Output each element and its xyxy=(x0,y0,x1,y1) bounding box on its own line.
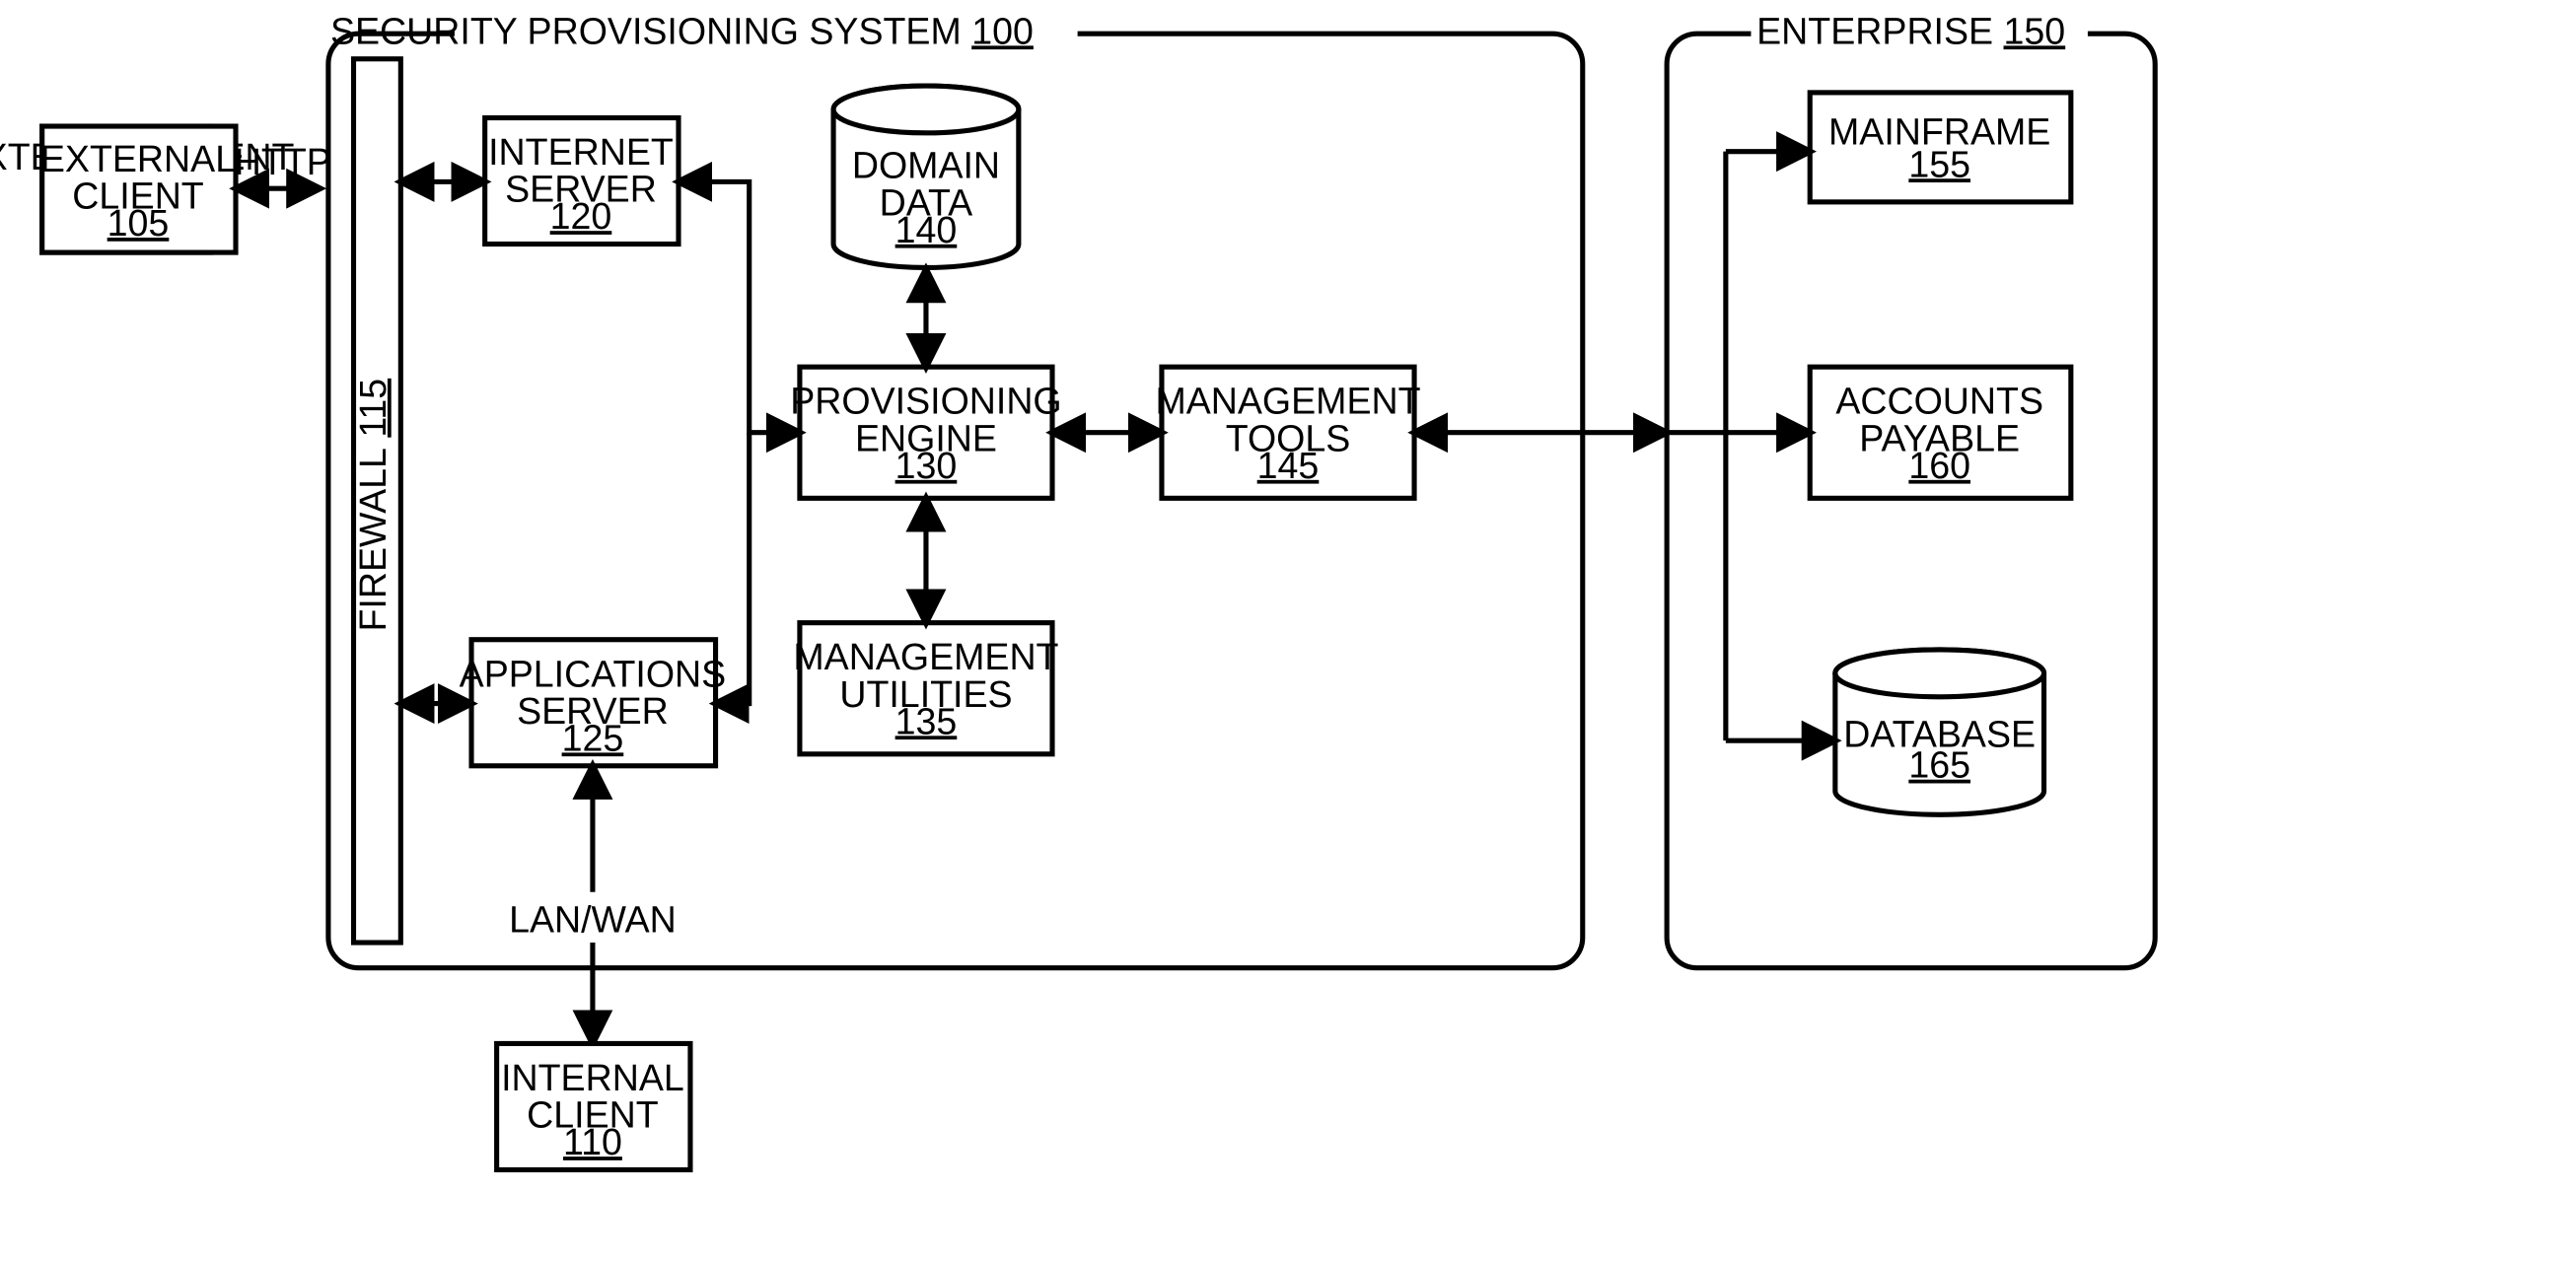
svg-text:ACCOUNTS: ACCOUNTS xyxy=(1835,381,2043,422)
svg-text:APPLICATIONS: APPLICATIONS xyxy=(460,653,727,694)
database-node: DATABASE 165 xyxy=(1835,650,2044,814)
lanwan-label: LAN/WAN xyxy=(509,898,677,940)
provisioning-engine-node: PROVISIONING ENGINE 130 xyxy=(790,367,1061,498)
svg-text:165: 165 xyxy=(1908,744,1970,786)
svg-text:EXTERNAL: EXTERNAL xyxy=(40,138,236,179)
svg-text:MANAGEMENT: MANAGEMENT xyxy=(793,636,1058,677)
internet-server-node: INTERNET SERVER 120 xyxy=(485,118,679,245)
svg-text:145: 145 xyxy=(1257,445,1320,486)
svg-text:INTERNAL: INTERNAL xyxy=(501,1057,684,1098)
svg-text:110: 110 xyxy=(563,1121,622,1162)
svg-text:INTERNET: INTERNET xyxy=(488,131,674,173)
svg-text:125: 125 xyxy=(562,717,624,758)
svg-text:160: 160 xyxy=(1908,445,1970,486)
svg-text:120: 120 xyxy=(550,195,612,237)
external-client-ref: 105 xyxy=(107,202,170,244)
svg-text:140: 140 xyxy=(895,209,958,250)
management-utilities-node: MANAGEMENT UTILITIES 135 xyxy=(793,623,1058,754)
accounts-payable-node: ACCOUNTS PAYABLE 160 xyxy=(1810,367,2071,498)
connector-internet-engine xyxy=(679,181,800,432)
diagram-canvas: EXTERNAL CLIENT EXTERNAL CLIENT 105 HTTP… xyxy=(0,0,2576,1262)
management-tools-node: MANAGEMENT TOOLS 145 xyxy=(1155,367,1420,498)
svg-text:PROVISIONING: PROVISIONING xyxy=(790,381,1061,422)
svg-text:135: 135 xyxy=(895,700,958,741)
http-label: HTTP xyxy=(235,141,331,182)
svg-text:DOMAIN: DOMAIN xyxy=(852,145,1000,186)
svg-text:155: 155 xyxy=(1908,143,1970,184)
svg-text:MANAGEMENT: MANAGEMENT xyxy=(1155,381,1420,422)
firewall-label: FIREWALL 115 xyxy=(352,379,394,632)
sps-frame-label: SECURITY PROVISIONING SYSTEM 100 xyxy=(330,10,1034,51)
applications-server-node: APPLICATIONS SERVER 125 xyxy=(460,640,727,766)
mainframe-node: MAINFRAME 155 xyxy=(1810,93,2071,202)
domain-data-node: DOMAIN DATA 140 xyxy=(833,86,1019,267)
internal-client-node: INTERNAL CLIENT 110 xyxy=(497,1043,690,1169)
enterprise-frame-label: ENTERPRISE 150 xyxy=(1756,10,2065,51)
svg-text:130: 130 xyxy=(895,445,958,486)
